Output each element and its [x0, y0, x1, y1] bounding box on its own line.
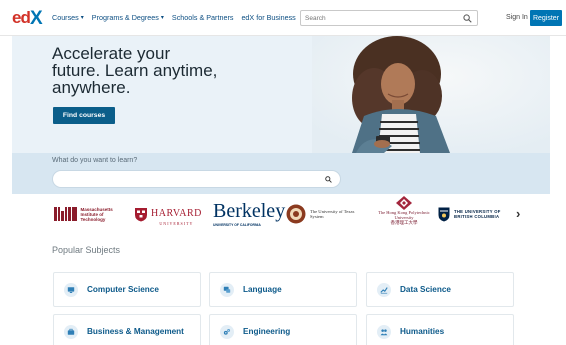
main-nav: Courses ▾ Programs & Degrees ▾ Schools &… [52, 13, 296, 22]
briefcase-icon [64, 324, 78, 339]
register-button[interactable]: Register [530, 10, 562, 26]
svg-text:X: X [30, 8, 43, 28]
nav-schools-label: Schools & Partners [171, 13, 234, 22]
subject-computer-science[interactable]: Computer Science [53, 272, 201, 307]
subject-label: Data Science [400, 285, 451, 294]
texas-seal-icon [286, 204, 306, 224]
svg-text:ed: ed [12, 8, 30, 27]
ubc-crest-icon [438, 207, 450, 221]
language-icon [220, 282, 234, 297]
mit-name: Massachusetts Institute of Technology [80, 206, 113, 222]
find-courses-button[interactable]: Find courses [53, 107, 115, 124]
nav-courses-label: Courses [52, 13, 79, 22]
nav-programs-label: Programs & Degrees [91, 13, 159, 22]
mit-mark-icon [54, 207, 77, 221]
learn-search-section: What do you want to learn? [12, 153, 550, 194]
subject-label: Business & Management [87, 327, 184, 336]
nav-schools-partners[interactable]: Schools & Partners [172, 13, 234, 22]
partner-harvard-logo[interactable]: HARVARD UNIVERSITY [134, 196, 202, 232]
learn-search-input[interactable] [61, 175, 311, 184]
berkeley-sub: UNIVERSITY OF CALIFORNIA [213, 222, 261, 227]
subject-label: Language [243, 285, 282, 294]
nav-courses[interactable]: Courses ▾ [52, 13, 84, 22]
harvard-shield-icon [135, 207, 147, 221]
polyu-emblem-icon [396, 196, 412, 210]
hero-title: Accelerate your future. Learn anytime, a… [52, 44, 218, 97]
texas-name: The University of Texas System [310, 208, 355, 219]
gears-icon [220, 324, 234, 339]
learn-search-field [52, 170, 341, 188]
subject-data-science[interactable]: Data Science [366, 272, 514, 307]
harvard-name: HARVARD [151, 207, 202, 219]
ubc-name: THE UNIVERSITY OF BRITISH COLUMBIA [454, 209, 501, 219]
subject-engineering[interactable]: Engineering [209, 314, 357, 345]
partner-mit-logo[interactable]: Massachusetts Institute of Technology [54, 196, 115, 232]
subject-business-management[interactable]: Business & Management [53, 314, 201, 345]
partner-texas-logo[interactable]: The University of Texas System [286, 196, 360, 232]
hongkong-cn-name: 香港理工大學 [390, 220, 418, 225]
people-icon [377, 324, 391, 339]
edx-logo[interactable]: ed X [12, 6, 46, 28]
chevron-right-icon[interactable]: › [516, 206, 520, 221]
signin-link[interactable]: Sign In [506, 14, 528, 21]
nav-edx-business[interactable]: edX for Business [241, 13, 295, 22]
hero-banner: Accelerate your future. Learn anytime, a… [12, 36, 550, 153]
partner-berkeley-logo[interactable]: Berkeley UNIVERSITY OF CALIFORNIA [213, 196, 285, 232]
partner-hongkong-logo[interactable]: The Hong Kong Polytechnic University 香港理… [372, 196, 436, 232]
header-search [300, 10, 478, 26]
subject-label: Computer Science [87, 285, 159, 294]
search-icon[interactable] [325, 176, 332, 183]
partner-ubc-logo[interactable]: THE UNIVERSITY OF BRITISH COLUMBIA [438, 196, 518, 232]
chevron-down-icon: ▾ [160, 15, 164, 21]
learn-prompt: What do you want to learn? [52, 157, 138, 164]
subject-label: Humanities [400, 327, 445, 336]
chevron-down-icon: ▾ [80, 15, 84, 21]
search-icon[interactable] [463, 14, 472, 23]
hero-student-photo [312, 36, 550, 153]
berkeley-name: Berkeley [213, 199, 286, 222]
hongkong-name: The Hong Kong Polytechnic University [378, 210, 430, 220]
subject-label: Engineering [243, 327, 291, 336]
subject-humanities[interactable]: Humanities [366, 314, 514, 345]
subject-language[interactable]: Language [209, 272, 357, 307]
header-search-input[interactable] [301, 14, 461, 22]
chart-icon [377, 282, 391, 297]
monitor-icon [64, 282, 78, 297]
nav-programs-degrees[interactable]: Programs & Degrees ▾ [92, 13, 164, 22]
popular-subjects-heading: Popular Subjects [52, 245, 121, 255]
harvard-sub: UNIVERSITY [159, 220, 194, 226]
partner-logos: Massachusetts Institute of Technology HA… [12, 196, 550, 234]
site-header: ed X Courses ▾ Programs & Degrees ▾ Scho… [0, 0, 566, 36]
nav-business-label: edX for Business [241, 13, 296, 22]
